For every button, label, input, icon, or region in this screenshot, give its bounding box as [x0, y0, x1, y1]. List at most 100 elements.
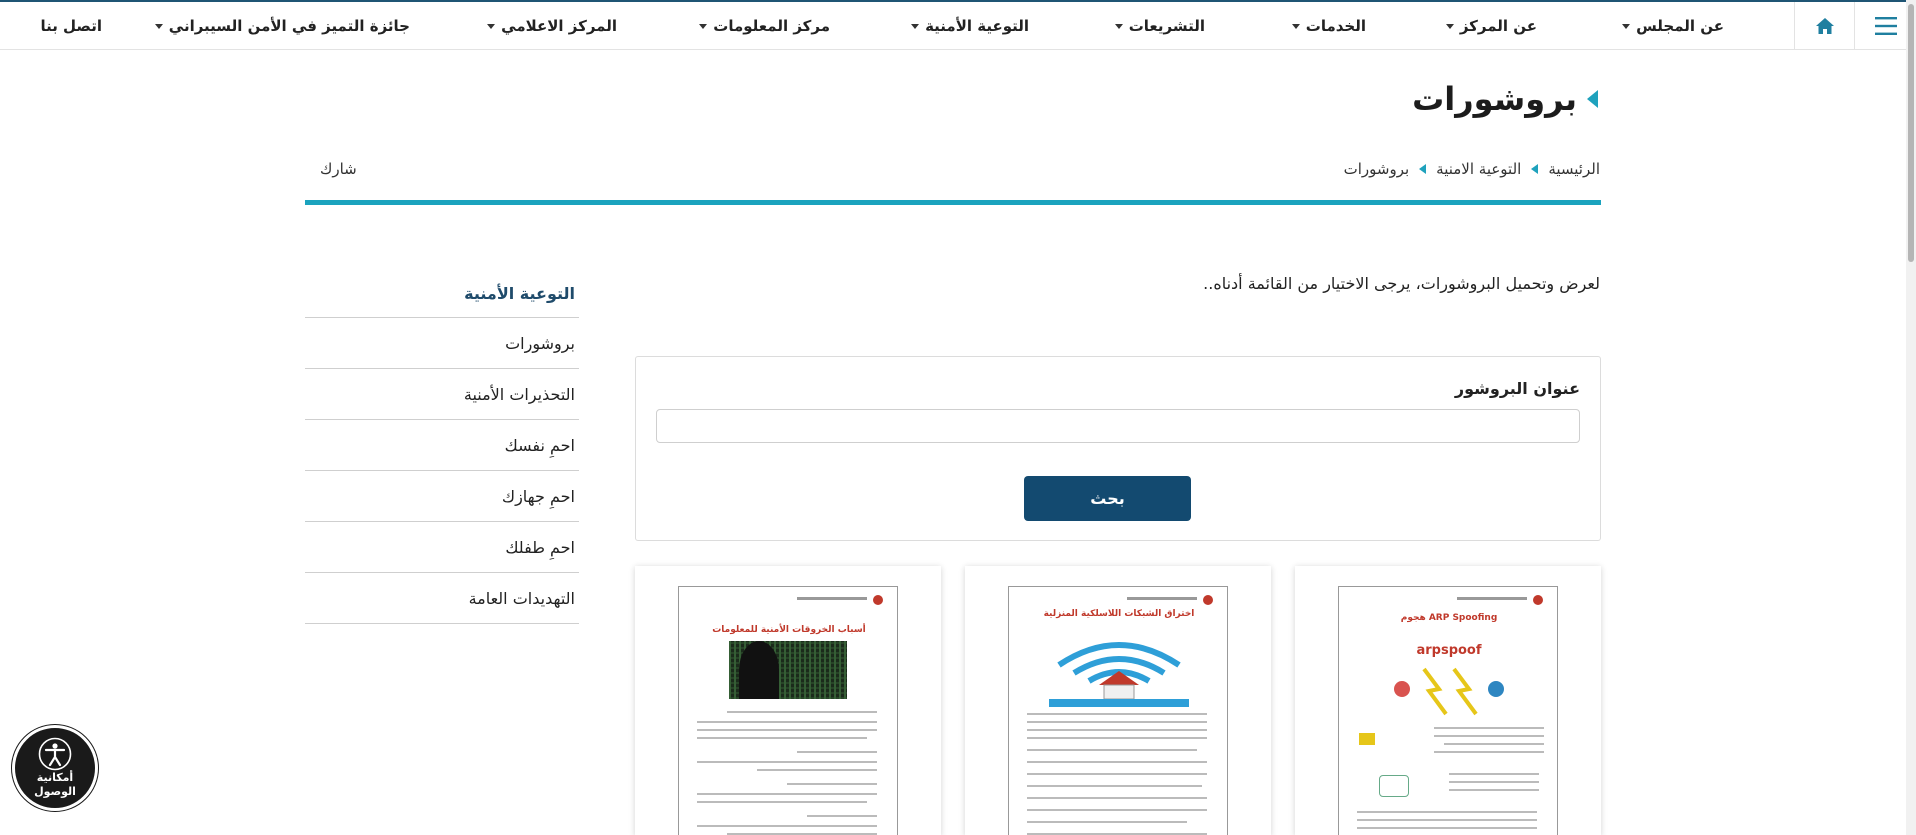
doc-text-line — [1449, 789, 1539, 791]
nav-item-services[interactable]: الخدمات — [1291, 2, 1366, 50]
page-scrollbar[interactable] — [1906, 0, 1916, 835]
sidebar-item-general-threats[interactable]: التهديدات العامة — [305, 573, 579, 624]
title-arrow-icon — [1587, 90, 1598, 108]
network-node-icon — [1379, 775, 1409, 797]
chevron-down-icon — [154, 23, 163, 29]
brochure-title: اختراق الشبكات اللاسلكية المنزلية — [1043, 609, 1195, 619]
nav-item-cybersecurity-award[interactable]: جائزة التميز في الأمن السيبراني — [154, 2, 410, 50]
brochure-thumbnail[interactable]: هجوم ARP Spoofing arpspoof — [1338, 586, 1558, 835]
sidebar-item-brochures[interactable]: بروشورات — [305, 318, 579, 369]
nav-item-about-council[interactable]: عن المجلس — [1622, 2, 1724, 50]
doc-text-line — [1444, 743, 1544, 745]
nav-item-media-center[interactable]: المركز الاعلامي — [487, 2, 617, 50]
sidebar-item-protect-child[interactable]: احمِ طفلك — [305, 522, 579, 573]
nav-item-information-center[interactable]: مركز المعلومات — [699, 2, 830, 50]
chevron-down-icon — [911, 23, 920, 29]
nav-item-label: جائزة التميز في الأمن السيبراني — [168, 17, 410, 35]
brochure-card[interactable]: أسباب الخروقات الأمنية للمعلومات — [635, 566, 941, 835]
doc-text-line — [1357, 811, 1537, 813]
page-title-text: بروشورات — [1412, 80, 1577, 118]
chevron-down-icon — [1114, 23, 1123, 29]
doc-text-line — [1357, 827, 1537, 829]
doc-text-line — [697, 801, 867, 803]
doc-text-line — [1027, 821, 1187, 823]
doc-text-line — [697, 729, 877, 731]
logo-icon — [1533, 595, 1543, 605]
logo-icon — [1203, 595, 1213, 605]
sidebar-heading[interactable]: التوعية الأمنية — [305, 270, 579, 318]
doc-text-line — [1027, 761, 1207, 763]
sidebar: التوعية الأمنية بروشورات التحذيرات الأمن… — [305, 270, 579, 624]
doc-header-line — [1457, 597, 1527, 600]
brochure-card[interactable]: اختراق الشبكات اللاسلكية المنزلية — [965, 566, 1271, 835]
sidebar-item-security-warnings[interactable]: التحذيرات الأمنية — [305, 369, 579, 420]
computer-icon — [1359, 733, 1375, 745]
doc-text-line — [1027, 737, 1207, 739]
page-title: بروشورات — [1412, 80, 1598, 118]
home-icon — [1815, 18, 1834, 34]
nav-item-label: المركز الاعلامي — [501, 17, 617, 35]
doc-text-line — [727, 711, 877, 713]
doc-text-line — [1027, 721, 1207, 723]
nav-item-about-center[interactable]: عن المركز — [1445, 2, 1537, 50]
brochure-thumbnail[interactable]: اختراق الشبكات اللاسلكية المنزلية — [1008, 586, 1228, 835]
matrix-image — [729, 641, 847, 699]
doc-text-line — [757, 769, 877, 771]
breadcrumb-current: بروشورات — [1343, 160, 1410, 178]
nav-item-label: مركز المعلومات — [713, 17, 830, 35]
doc-text-line — [1027, 713, 1207, 715]
brochure-thumbnail[interactable]: أسباب الخروقات الأمنية للمعلومات — [678, 586, 898, 835]
search-label: عنوان البروشور — [1454, 379, 1580, 398]
share-link[interactable]: شارك — [320, 160, 357, 178]
breadcrumb-security-awareness-link[interactable]: التوعية الامنية — [1436, 160, 1521, 178]
nav-item-label: الخدمات — [1305, 17, 1366, 35]
sidebar-item-protect-device[interactable]: احمِ جهازك — [305, 471, 579, 522]
doc-text-line — [1027, 749, 1197, 751]
nav-item-contact-us[interactable]: اتصل بنا — [40, 2, 102, 50]
intro-text: لعرض وتحميل البروشورات، يرجى الاختيار من… — [1203, 274, 1600, 293]
search-button[interactable]: بحث — [1024, 476, 1191, 521]
breadcrumb-home-link[interactable]: الرئيسية — [1548, 160, 1600, 178]
chevron-down-icon — [1445, 23, 1454, 29]
nav-item-legislation[interactable]: التشريعات — [1114, 2, 1205, 50]
chevron-down-icon — [1622, 23, 1631, 29]
home-button[interactable] — [1794, 2, 1854, 50]
nav-item-security-awareness[interactable]: التوعية الأمنية — [911, 2, 1029, 50]
doc-text-line — [807, 815, 877, 817]
chevron-down-icon — [487, 23, 496, 29]
hamburger-icon — [1874, 17, 1897, 35]
doc-text-line — [697, 737, 867, 739]
brochure-title: هجوم ARP Spoofing — [1400, 613, 1498, 623]
doc-text-line — [1027, 729, 1207, 731]
doc-text-line — [787, 783, 877, 785]
brochure-title-input[interactable] — [656, 409, 1580, 443]
nav-item-label: التوعية الأمنية — [925, 17, 1029, 35]
doc-text-line — [697, 721, 877, 723]
doc-text-line — [1027, 773, 1207, 775]
breadcrumb-separator-icon — [1419, 164, 1427, 174]
wifi-house-icon — [1049, 642, 1189, 707]
doc-text-line — [1434, 727, 1544, 729]
nav-item-label: اتصل بنا — [40, 17, 102, 35]
doc-text-line — [1434, 751, 1544, 753]
doc-text-line — [1027, 797, 1207, 799]
doc-text-line — [1027, 785, 1202, 787]
scrollbar-thumb[interactable] — [1908, 4, 1914, 262]
doc-text-line — [1449, 781, 1539, 783]
brochure-card[interactable]: هجوم ARP Spoofing arpspoof — [1295, 566, 1601, 835]
doc-header-line — [1127, 597, 1197, 600]
accessibility-label: أمكانية الوصول — [34, 771, 76, 798]
sidebar-item-protect-yourself[interactable]: احمِ نفسك — [305, 420, 579, 471]
breadcrumb-separator-icon — [1531, 164, 1539, 174]
header-divider — [305, 200, 1601, 205]
silhouette — [739, 641, 779, 699]
accessibility-button[interactable]: أمكانية الوصول — [12, 725, 98, 811]
chevron-down-icon — [1291, 23, 1300, 29]
brochure-subtitle: arpspoof — [1416, 643, 1482, 658]
network-diagram-icon — [1394, 667, 1504, 716]
doc-header-line — [797, 597, 867, 600]
doc-text-line — [697, 793, 877, 795]
chevron-down-icon — [699, 23, 708, 29]
doc-text-line — [1434, 735, 1544, 737]
search-panel: عنوان البروشور بحث — [635, 356, 1601, 541]
